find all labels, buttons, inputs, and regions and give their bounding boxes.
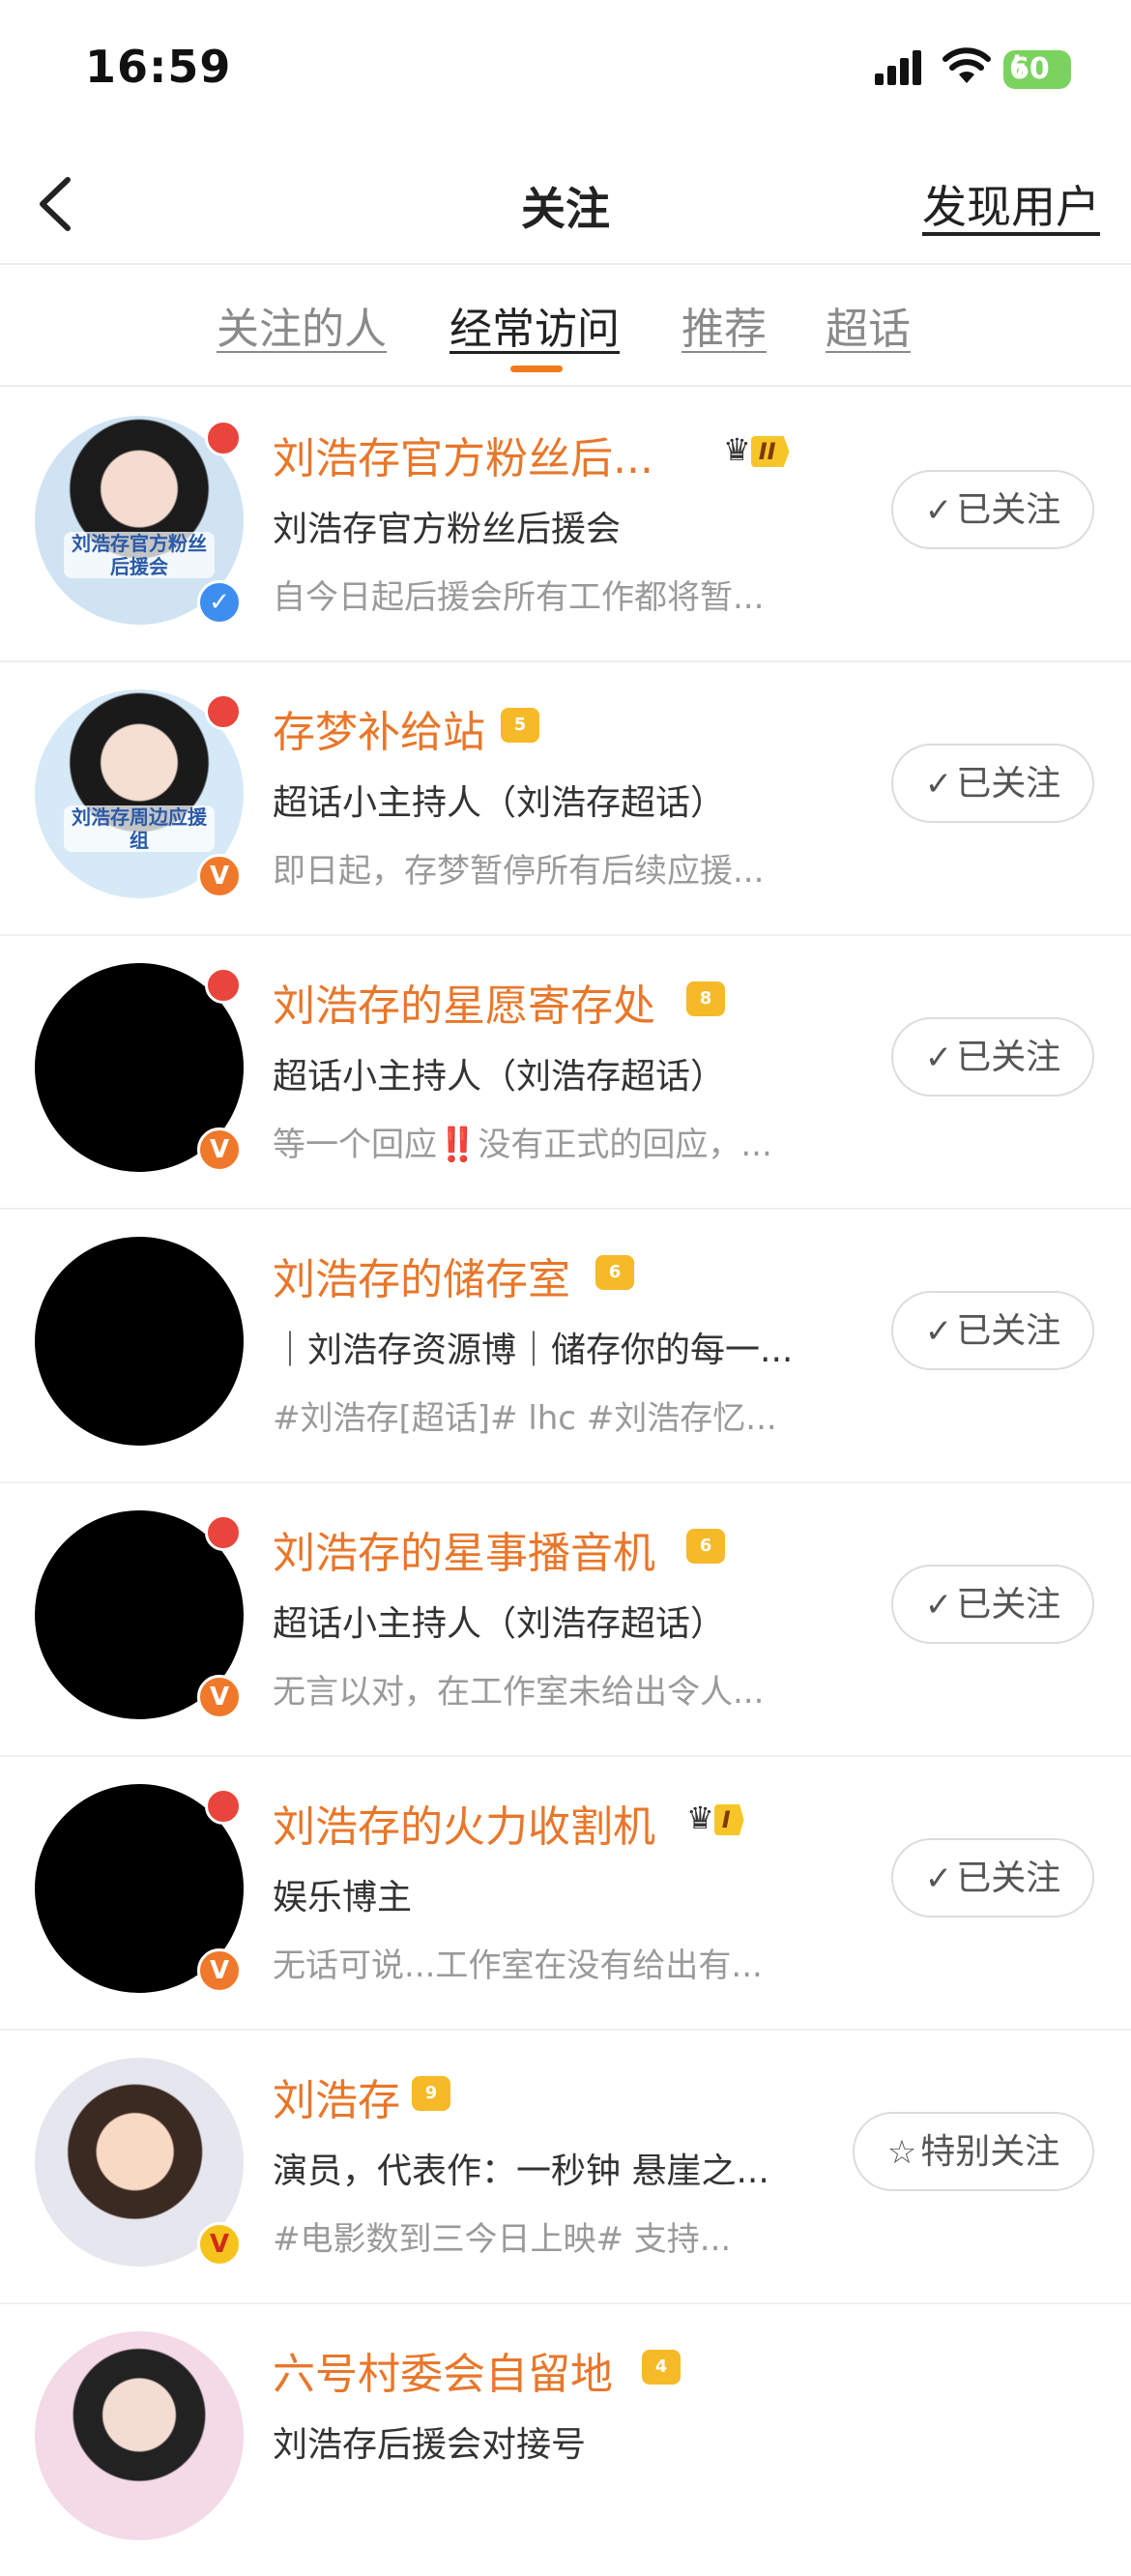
avatar-caption: 刘浩存周边应援组 — [64, 805, 215, 852]
follow-button-label: 已关注 — [956, 764, 1061, 804]
followed-button[interactable]: ✓ 已关注 — [891, 1291, 1094, 1370]
list-item[interactable]: 刘浩存官方粉丝后援会 ✓ 刘浩存官方粉丝后... ♛ II 刘浩存官方粉丝后援会 … — [0, 387, 1131, 662]
followed-button[interactable]: ✓ 已关注 — [891, 1838, 1094, 1917]
tab-super-topics[interactable]: 超话 — [826, 294, 911, 356]
follow-button-label: 特别关注 — [920, 2132, 1060, 2172]
user-latest-post: 即日起，存梦暂停所有后续应援... — [273, 852, 765, 891]
crown-level: 4 — [642, 2350, 681, 2385]
avatar[interactable] — [35, 2331, 244, 2540]
user-name[interactable]: 刘浩存的星愿寄存处 — [273, 971, 655, 1033]
user-description: 超话小主持人（刘浩存超话） — [273, 1057, 726, 1097]
check-icon: ✓ — [924, 1586, 953, 1625]
list-item[interactable]: V 刘浩存的星愿寄存处 8 超话小主持人（刘浩存超话） 等一个回应‼️没有正式的… — [0, 934, 1131, 1210]
follow-button-label: 已关注 — [956, 490, 1061, 530]
list-item[interactable]: 刘浩存周边应援组 V 存梦补给站 5 超话小主持人（刘浩存超话） 即日起，存梦暂… — [0, 660, 1131, 936]
user-latest-post: #刘浩存[超话]# lhc #刘浩存忆... — [273, 1399, 777, 1438]
crown-icon: 9 — [412, 2073, 450, 2111]
signal-icon — [875, 50, 921, 85]
tab-bar: 关注的人 经常访问 推荐 超话 — [0, 263, 1131, 387]
status-bar: 16:59 60 ϟ — [0, 0, 1131, 145]
follow-button-label: 已关注 — [956, 1311, 1061, 1351]
crown-icon: 5 — [501, 705, 539, 743]
tab-frequent-visits[interactable]: 经常访问 — [450, 294, 620, 356]
active-tab-indicator — [510, 366, 563, 372]
followed-button[interactable]: ✓ 已关注 — [891, 1565, 1094, 1644]
user-description: ｜刘浩存资源博｜储存你的每一... — [273, 1331, 794, 1370]
check-icon: ✓ — [924, 1859, 953, 1898]
special-follow-button[interactable]: ☆ 特别关注 — [853, 2112, 1094, 2191]
user-latest-post: 无话可说...工作室在没有给出有... — [273, 1947, 763, 1985]
user-latest-post: 等一个回应‼️没有正式的回应，... — [273, 1126, 772, 1164]
list-item[interactable]: 六号村委会自留地 4 刘浩存后援会对接号 — [0, 2302, 1131, 2576]
unread-dot — [205, 420, 242, 456]
unread-dot — [205, 967, 242, 1004]
avatar[interactable] — [35, 1237, 244, 1446]
wifi-icon — [942, 47, 991, 83]
crown-icon: 6 — [686, 1526, 725, 1564]
verified-icon: V — [197, 1675, 242, 1719]
check-icon: ✓ — [924, 1039, 953, 1077]
charging-icon: ϟ — [1009, 50, 1028, 82]
tab-recommended[interactable]: 推荐 — [682, 294, 767, 356]
user-latest-post: #电影数到三今日上映# 支持... — [273, 2220, 732, 2259]
user-description: 刘浩存后援会对接号 — [273, 2425, 587, 2465]
follow-button-label: 已关注 — [956, 1038, 1061, 1077]
user-latest-post: 无言以对，在工作室未给出令人... — [273, 1673, 765, 1712]
nav-bar: 关注 发现用户 — [0, 145, 1131, 265]
unread-dot — [205, 1788, 242, 1825]
user-description: 刘浩存官方粉丝后援会 — [273, 510, 622, 549]
user-latest-post: 自今日起后援会所有工作都将暂... — [273, 578, 765, 617]
user-name[interactable]: 六号村委会自留地 — [273, 2339, 613, 2401]
verified-icon: V — [197, 854, 242, 898]
user-description: 超话小主持人（刘浩存超话） — [273, 1604, 726, 1644]
crown-level: 5 — [501, 708, 539, 743]
unread-dot — [205, 1514, 242, 1551]
list-item[interactable]: V 刘浩存的星事播音机 6 超话小主持人（刘浩存超话） 无言以对，在工作室未给出… — [0, 1481, 1131, 1757]
list-item[interactable]: 刘浩存的储存室 6 ｜刘浩存资源博｜储存你的每一... #刘浩存[超话]# lh… — [0, 1208, 1131, 1483]
status-time: 16:59 — [85, 41, 232, 93]
user-name[interactable]: 刘浩存的火力收割机 — [273, 1792, 655, 1854]
list-item[interactable]: V 刘浩存 9 演员，代表作：一秒钟 悬崖之... #电影数到三今日上映# 支持… — [0, 2029, 1131, 2304]
user-name[interactable]: 刘浩存 — [273, 2065, 400, 2127]
tab-following[interactable]: 关注的人 — [217, 294, 387, 356]
crown-icon: 6 — [595, 1252, 634, 1290]
discover-users-link[interactable]: 发现用户 — [922, 172, 1100, 236]
crown-icon: ♛ II — [723, 431, 790, 468]
user-name[interactable]: 刘浩存的星事播音机 — [273, 1518, 655, 1580]
crown-level: II — [750, 436, 790, 467]
user-description: 娱乐博主 — [273, 1878, 413, 1917]
user-name[interactable]: 刘浩存官方粉丝后... — [273, 424, 653, 485]
user-description: 演员，代表作：一秒钟 悬崖之... — [273, 2152, 769, 2191]
verified-icon: ✓ — [197, 580, 242, 625]
verified-icon: V — [197, 2222, 242, 2267]
followed-button[interactable]: ✓ 已关注 — [891, 470, 1094, 549]
check-icon: ✓ — [924, 765, 953, 804]
verified-icon: V — [197, 1948, 242, 1993]
user-name[interactable]: 存梦补给站 — [273, 697, 485, 759]
crown-level: 9 — [412, 2076, 450, 2111]
crown-level: I — [713, 1804, 744, 1835]
crown-level: 6 — [686, 1529, 725, 1564]
verified-icon: V — [197, 1127, 242, 1172]
avatar-caption: 刘浩存官方粉丝后援会 — [64, 532, 215, 578]
follow-button-label: 已关注 — [956, 1859, 1061, 1898]
follow-button-label: 已关注 — [956, 1585, 1061, 1625]
crown-level: 6 — [595, 1255, 634, 1290]
followed-button[interactable]: ✓ 已关注 — [891, 1017, 1094, 1097]
list-item[interactable]: V 刘浩存的火力收割机 ♛ I 娱乐博主 无话可说...工作室在没有给出有... … — [0, 1755, 1131, 2031]
crown-icon: ♛ I — [686, 1800, 744, 1836]
star-icon: ☆ — [886, 2133, 917, 2172]
check-icon: ✓ — [924, 491, 953, 530]
crown-level: 8 — [686, 981, 725, 1016]
followed-button[interactable]: ✓ 已关注 — [891, 744, 1094, 823]
crown-icon: 4 — [642, 2347, 681, 2385]
crown-icon: 8 — [686, 979, 725, 1016]
user-description: 超话小主持人（刘浩存超话） — [273, 783, 726, 823]
check-icon: ✓ — [924, 1312, 953, 1351]
unread-dot — [205, 693, 242, 730]
user-name[interactable]: 刘浩存的储存室 — [273, 1244, 570, 1306]
battery-icon: 60 ϟ — [1003, 50, 1071, 89]
